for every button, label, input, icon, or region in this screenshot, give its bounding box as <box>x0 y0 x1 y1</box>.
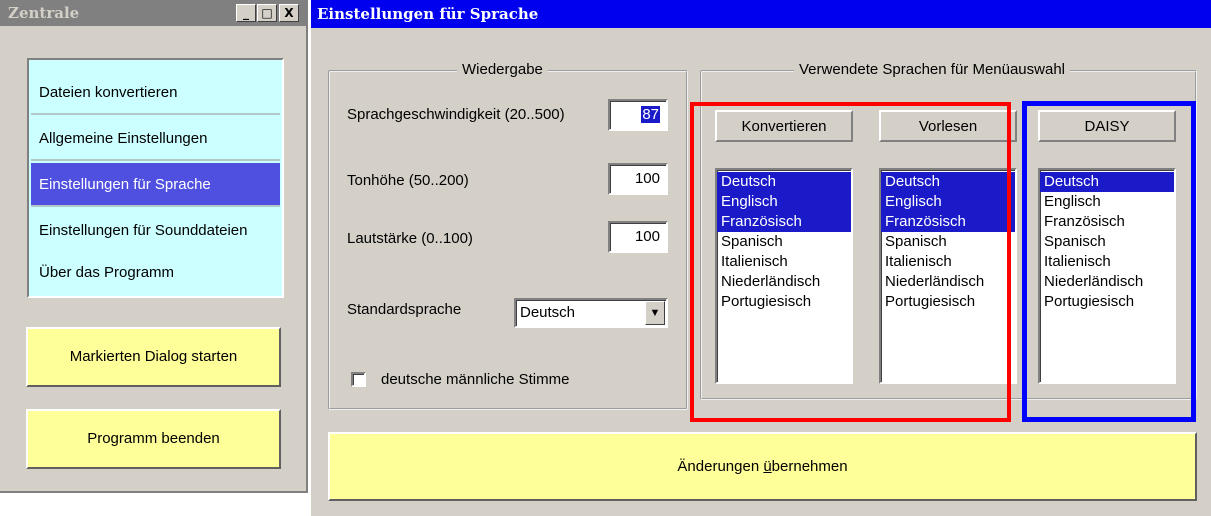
pitch-label: Tonhöhe (50..200) <box>347 172 469 189</box>
speed-value: 87 <box>641 106 660 123</box>
sprache-settings-window: Einstellungen für Sprache Wiedergabe Spr… <box>311 0 1211 516</box>
settings-titlebar[interactable]: Einstellungen für Sprache <box>311 0 1211 28</box>
menu-item-label: Einstellungen für Sounddateien <box>39 222 248 239</box>
menu-item-label: Einstellungen für Sprache <box>39 176 211 193</box>
start-dialog-button[interactable]: Markierten Dialog starten <box>26 327 281 387</box>
pitch-value: 100 <box>634 170 660 187</box>
pitch-input[interactable]: 100 <box>608 163 668 195</box>
red-highlight-frame <box>690 102 1011 422</box>
menu-item-label: Über das Programm <box>39 264 175 281</box>
close-icon: X <box>284 6 294 20</box>
menu-item-label: Dateien konvertieren <box>39 84 178 101</box>
apply-label-part2: bernehmen <box>771 458 848 475</box>
exit-program-label: Programm beenden <box>87 430 220 447</box>
minimize-button[interactable]: _ <box>236 4 256 22</box>
speed-label: Sprachgeschwindigkeit (20..500) <box>347 106 565 123</box>
maximize-button[interactable]: □ <box>257 4 277 22</box>
volume-input[interactable]: 100 <box>608 221 668 253</box>
male-voice-checkbox[interactable] <box>351 372 366 387</box>
volume-value: 100 <box>634 228 660 245</box>
close-button[interactable]: X <box>279 4 299 22</box>
default-language-label: Standardsprache <box>347 301 462 318</box>
menu-item-einstellungen-sounddateien[interactable]: Einstellungen für Sounddateien <box>31 209 280 253</box>
zentrale-title: Zentrale <box>8 4 80 22</box>
menu-item-einstellungen-sprache[interactable]: Einstellungen für Sprache <box>31 163 280 207</box>
dialog-menu-list: Dateien konvertieren Allgemeine Einstell… <box>27 58 284 298</box>
menu-item-ueber-programm[interactable]: Über das Programm <box>31 251 280 295</box>
default-language-value: Deutsch <box>520 304 576 321</box>
volume-label: Lautstärke (0..100) <box>347 230 473 247</box>
apply-changes-button[interactable]: Änderungen übernehmen <box>328 432 1197 501</box>
blue-highlight-frame <box>1022 101 1196 422</box>
languages-legend: Verwendete Sprachen für Menüauswahl <box>794 61 1071 78</box>
maximize-icon: □ <box>261 6 273 20</box>
male-voice-label[interactable]: deutsche männliche Stimme <box>381 371 569 388</box>
chevron-down-icon: ▼ <box>649 307 661 319</box>
menu-item-label: Allgemeine Einstellungen <box>39 130 208 147</box>
wiedergabe-legend: Wiedergabe <box>457 61 548 78</box>
exit-program-button[interactable]: Programm beenden <box>26 409 281 469</box>
default-language-select[interactable]: Deutsch ▼ <box>514 298 668 328</box>
minimize-icon: _ <box>243 6 249 20</box>
zentrale-window: Zentrale _ □ X Dateien konvertieren Allg… <box>0 0 308 493</box>
speed-input[interactable]: 87 <box>608 99 668 131</box>
apply-label-part1: Änderungen <box>677 458 764 475</box>
settings-title: Einstellungen für Sprache <box>317 5 539 23</box>
start-dialog-label: Markierten Dialog starten <box>69 348 238 365</box>
menu-item-allgemeine-einstellungen[interactable]: Allgemeine Einstellungen <box>31 117 280 161</box>
dropdown-arrow-button[interactable]: ▼ <box>645 301 665 325</box>
apply-label-accel: ü <box>763 458 772 475</box>
menu-item-dateien-konvertieren[interactable]: Dateien konvertieren <box>31 71 280 115</box>
